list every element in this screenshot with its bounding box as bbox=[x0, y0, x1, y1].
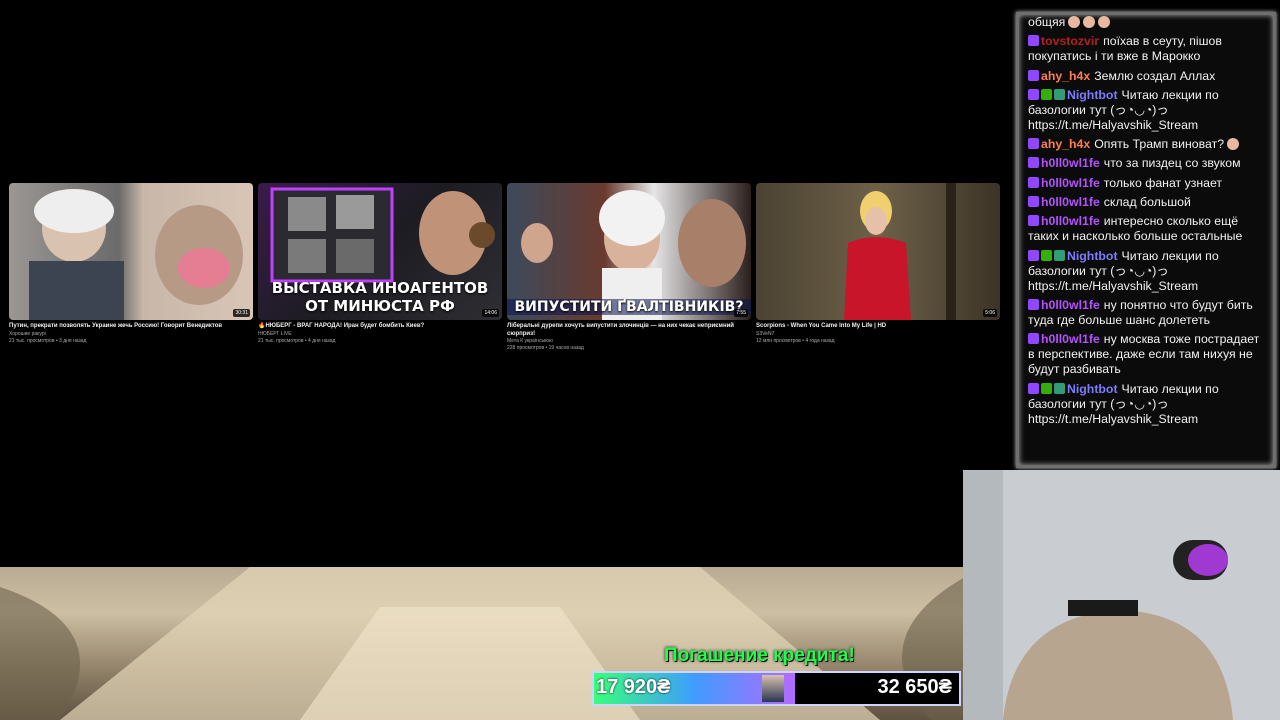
video-title[interactable]: Scorpions - When You Came Into My Life |… bbox=[756, 323, 998, 331]
mod-badge-icon bbox=[1041, 249, 1052, 261]
mod-badge-icon bbox=[1041, 382, 1052, 394]
chat-username[interactable]: h0ll0wl1fe bbox=[1041, 214, 1100, 228]
twitch-badge-icon bbox=[1028, 176, 1039, 188]
bot-badge-icon bbox=[1054, 249, 1065, 261]
chat-username[interactable]: h0ll0wl1fe bbox=[1041, 195, 1100, 209]
twitch-badge-icon bbox=[1028, 249, 1039, 261]
chat-username[interactable]: Nightbot bbox=[1067, 382, 1118, 396]
twitch-badge-icon bbox=[1028, 157, 1039, 169]
video-meta: 12 млн просмотров • 4 года назад bbox=[756, 337, 835, 344]
bot-badge-icon bbox=[1054, 382, 1065, 394]
video-card[interactable]: 30:31 Путин, прекрати позволять Украине … bbox=[9, 183, 253, 345]
chat-text: что за пиздец со звуком bbox=[1103, 156, 1241, 171]
twitch-badge-icon bbox=[1028, 333, 1039, 345]
chat-message: ahy_h4x Землю создал Аллах bbox=[1028, 69, 1264, 84]
twitch-badge-icon bbox=[1028, 382, 1039, 394]
twitch-badge-icon bbox=[1028, 298, 1039, 310]
thumbnail-image bbox=[844, 183, 956, 320]
chat-message: Nightbot Читаю лекции по базологии тут (っ… bbox=[1028, 88, 1264, 133]
twitch-badge-icon bbox=[1028, 215, 1039, 227]
video-duration: 30:31 bbox=[233, 309, 250, 317]
webcam-overlay bbox=[963, 470, 1280, 720]
emote-icon bbox=[1227, 138, 1240, 151]
chat-username[interactable]: Nightbot bbox=[1067, 249, 1118, 263]
video-thumbnail[interactable]: 30:31 bbox=[9, 183, 253, 320]
video-meta: 21 тыс. просмотров • 4 дня назад bbox=[258, 337, 336, 344]
video-duration: 7:55 bbox=[734, 309, 748, 317]
chat-text: только фанат узнает bbox=[1103, 175, 1223, 190]
chat-message: h0ll0wl1fe интересно сколько ещё таких и … bbox=[1028, 214, 1264, 244]
video-channel[interactable]: Хорошие ракурі bbox=[9, 331, 253, 338]
chat-message: h0ll0wl1fe ну москва тоже пострадает в пе… bbox=[1028, 332, 1264, 377]
chat-username[interactable]: ahy_h4x bbox=[1041, 69, 1090, 83]
webcam-image bbox=[963, 470, 1280, 720]
twitch-badge-icon bbox=[1028, 196, 1039, 208]
chat-username[interactable]: h0ll0wl1fe bbox=[1041, 156, 1100, 170]
avatar bbox=[762, 675, 784, 702]
twitch-badge-icon bbox=[1028, 69, 1039, 81]
video-title[interactable]: 🔥НЮБЕРГ - ВРАГ НАРОДА! Иран будет бомбит… bbox=[258, 323, 500, 331]
twitch-badge-icon bbox=[1028, 35, 1039, 47]
credit-goal-title: Погашение кредита! bbox=[664, 645, 855, 666]
video-thumbnail[interactable]: ВИПУСТИТИ ҐВАЛТІВНИКІВ? 7:55 bbox=[507, 183, 751, 320]
credit-current-amount: 17 920₴ bbox=[596, 676, 671, 698]
video-meta: 21 тыс. просмотров • 3 дня назад bbox=[9, 337, 87, 344]
chat-message: h0ll0wl1fe что за пиздец со звуком bbox=[1028, 156, 1264, 171]
chat-text: Опять Трамп виноват? bbox=[1094, 137, 1225, 152]
chat-username[interactable]: ahy_h4x bbox=[1041, 137, 1090, 151]
chat-text: Землю создал Аллах bbox=[1094, 68, 1216, 83]
chat-message: tovstozvir поїхав в сеуту, пішов покупати… bbox=[1028, 34, 1264, 64]
emote-icon bbox=[1098, 16, 1111, 28]
chat-username[interactable]: h0ll0wl1fe bbox=[1041, 298, 1100, 312]
chat-message: Nightbot Читаю лекции по базологии тут (っ… bbox=[1028, 382, 1264, 427]
chat-message: ahy_h4x Опять Трамп виноват? bbox=[1028, 137, 1264, 152]
video-meta: 228 просмотров • 19 часов назад bbox=[507, 345, 584, 351]
video-duration: 5:06 bbox=[983, 309, 997, 317]
chat-username[interactable]: h0ll0wl1fe bbox=[1041, 332, 1100, 346]
video-title[interactable]: Путин, прекрати позволять Украине жечь Р… bbox=[9, 323, 251, 331]
thumbnail-title: ВЫСТАВКА ИНОАГЕНТОВ ОТ МИНЮСТА РФ bbox=[271, 279, 489, 315]
thumbnail-image bbox=[29, 189, 243, 320]
video-channel[interactable]: НЮБЕРГ LIVE bbox=[258, 331, 502, 338]
chat-panel[interactable]: общяя tovstozvir поїхав в сеуту, пішов пок… bbox=[1024, 15, 1264, 431]
emote-icon bbox=[1068, 16, 1081, 28]
video-thumbnail[interactable]: 5:06 bbox=[756, 183, 1000, 320]
video-card[interactable]: ВЫСТАВКА ИНОАГЕНТОВ ОТ МИНЮСТА РФ 14:06 … bbox=[258, 183, 502, 345]
twitch-badge-icon bbox=[1028, 138, 1039, 150]
chat-text: склад большой bbox=[1103, 195, 1191, 210]
chat-message: общяя bbox=[1028, 15, 1264, 30]
chat-username[interactable]: Nightbot bbox=[1067, 88, 1118, 102]
chat-message: Nightbot Читаю лекции по базологии тут (っ… bbox=[1028, 249, 1264, 294]
chat-username[interactable]: tovstozvir bbox=[1041, 34, 1099, 48]
chat-message: h0ll0wl1fe склад большой bbox=[1028, 195, 1264, 210]
twitch-badge-icon bbox=[1028, 88, 1039, 100]
credit-goal-amount: 32 650₴ bbox=[877, 676, 952, 698]
video-title[interactable]: Ліберальні дурепи хочуть випустити злочи… bbox=[507, 323, 749, 338]
video-channel[interactable]: S3VeN7 bbox=[756, 331, 1000, 338]
bot-badge-icon bbox=[1054, 88, 1065, 100]
chat-text: общяя bbox=[1028, 15, 1066, 29]
video-card[interactable]: 5:06 Scorpions - When You Came Into My L… bbox=[756, 183, 1000, 345]
emote-icon bbox=[1083, 16, 1096, 28]
video-duration: 14:06 bbox=[482, 309, 499, 317]
thumbnail-title: ВИПУСТИТИ ҐВАЛТІВНИКІВ? bbox=[507, 299, 751, 315]
chat-message: h0ll0wl1fe ну понятно что будут бить туда… bbox=[1028, 298, 1264, 328]
chat-message: h0ll0wl1fe только фанат узнает bbox=[1028, 176, 1264, 191]
mod-badge-icon bbox=[1041, 88, 1052, 100]
video-thumbnail[interactable]: ВЫСТАВКА ИНОАГЕНТОВ ОТ МИНЮСТА РФ 14:06 bbox=[258, 183, 502, 320]
video-card[interactable]: ВИПУСТИТИ ҐВАЛТІВНИКІВ? 7:55 Ліберальні … bbox=[507, 183, 751, 352]
video-channel[interactable]: Мета К українською bbox=[507, 338, 751, 345]
chat-username[interactable]: h0ll0wl1fe bbox=[1041, 176, 1100, 190]
